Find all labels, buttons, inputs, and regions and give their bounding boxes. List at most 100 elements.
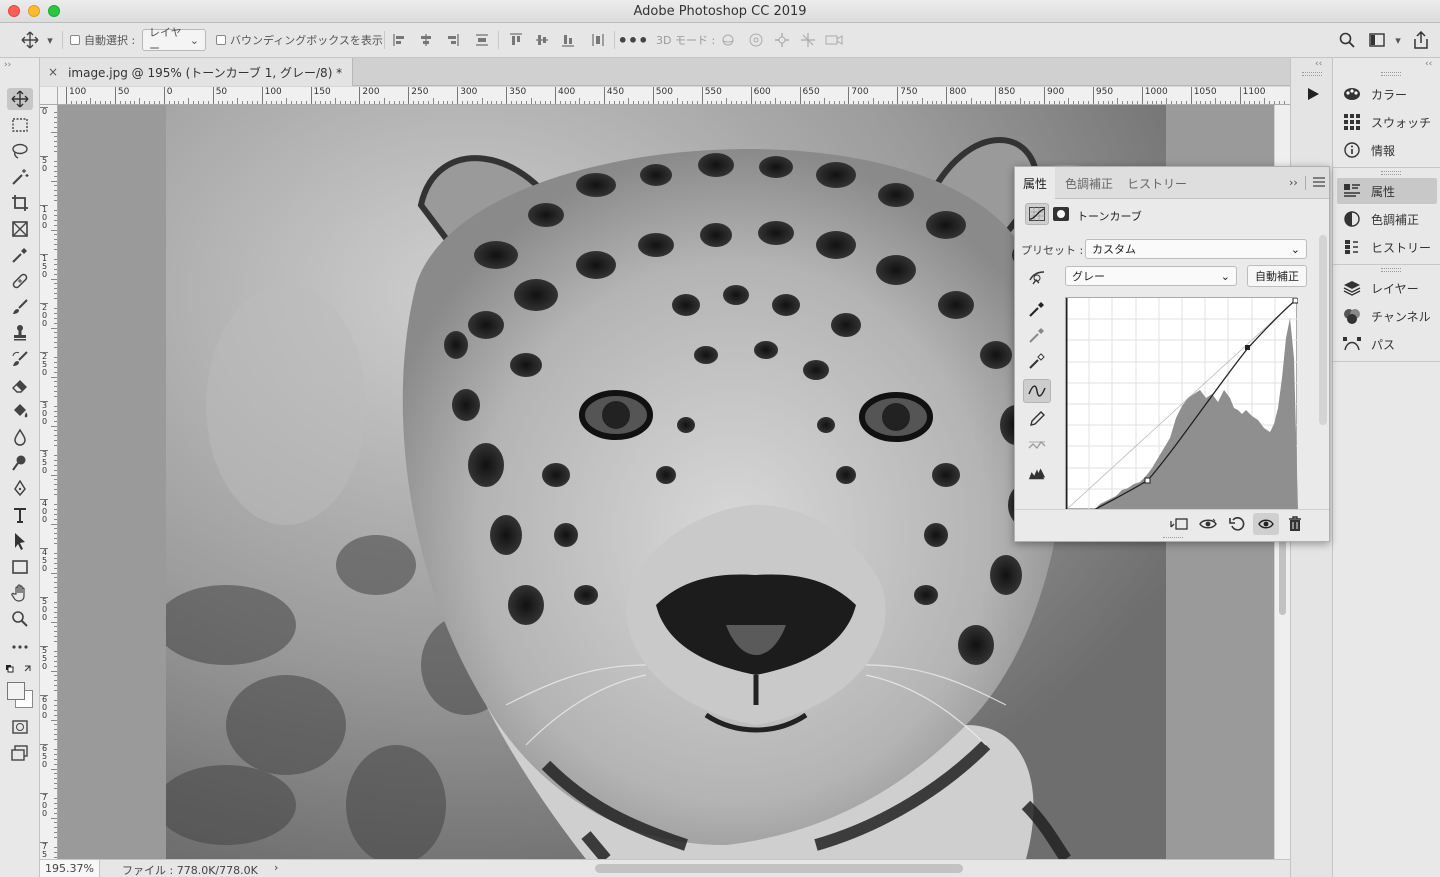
smooth-curve-icon[interactable] <box>1023 433 1051 457</box>
distribute-horizontal-icon[interactable] <box>590 29 606 51</box>
auto-select-target-dropdown[interactable]: レイヤー ⌄ <box>142 26 206 55</box>
trash-icon[interactable] <box>1283 514 1307 534</box>
rectangle-tool-icon[interactable] <box>7 556 33 578</box>
3d-slide-icon[interactable] <box>798 29 818 51</box>
share-icon[interactable] <box>1410 29 1432 51</box>
panel-collapse-icon[interactable]: ‹‹ <box>1425 59 1432 69</box>
hand-tool-icon[interactable] <box>7 582 33 604</box>
dock-item-swatches[interactable]: スウォッチ <box>1337 109 1437 135</box>
panel-resize-grip[interactable] <box>1163 537 1183 540</box>
dodge-tool-icon[interactable] <box>7 452 33 474</box>
dock-item-adjustments[interactable]: 色調補正 <box>1337 206 1437 232</box>
quick-mask-icon[interactable] <box>7 716 33 738</box>
more-options-icon[interactable]: ••• <box>618 29 649 51</box>
zoom-level[interactable]: 195.37% <box>40 860 100 877</box>
close-icon[interactable]: × <box>48 65 58 79</box>
clipping-warning-icon[interactable] <box>1023 461 1051 485</box>
actions-play-icon[interactable] <box>1299 82 1327 106</box>
history-brush-tool-icon[interactable] <box>7 348 33 370</box>
tab-properties[interactable]: 属性 <box>1015 167 1056 200</box>
panel-grip[interactable] <box>1381 268 1401 272</box>
panel-menu-icon[interactable] <box>1313 177 1325 190</box>
properties-scroll-thumb[interactable] <box>1319 235 1327 425</box>
curve-point-edit-icon[interactable] <box>1023 379 1051 403</box>
eraser-tool-icon[interactable] <box>7 374 33 396</box>
dock-item-history[interactable]: ヒストリー <box>1337 234 1437 260</box>
panel-collapse-icon[interactable]: ›› <box>1289 176 1298 189</box>
panel-collapse-icon[interactable]: ›› <box>4 60 11 70</box>
blur-tool-icon[interactable] <box>7 426 33 448</box>
curves-adjustment-icon[interactable] <box>1025 203 1049 225</box>
dock-item-color[interactable]: カラー <box>1337 81 1437 107</box>
preset-select[interactable]: カスタム ⌄ <box>1085 239 1307 259</box>
channel-select[interactable]: グレー ⌄ <box>1065 266 1237 286</box>
dock-item-label: パス <box>1371 337 1396 352</box>
align-left-icon[interactable] <box>392 29 408 51</box>
panel-grip[interactable] <box>1381 72 1401 76</box>
auto-button[interactable]: 自動補正 <box>1247 265 1307 287</box>
visibility-toggle-icon[interactable] <box>1253 513 1279 535</box>
lasso-tool-icon[interactable] <box>7 140 33 162</box>
ruler-origin[interactable] <box>40 87 58 105</box>
search-icon[interactable] <box>1336 29 1358 51</box>
target-adjustment-icon[interactable] <box>1025 267 1049 287</box>
document-tab[interactable]: × image.jpg @ 195% (トーンカーブ 1, グレー/8) * <box>40 58 354 86</box>
healing-brush-tool-icon[interactable] <box>7 270 33 292</box>
edit-toolbar-icon[interactable] <box>7 636 33 658</box>
panel-grip[interactable] <box>1302 72 1322 76</box>
gray-point-eyedropper-icon[interactable] <box>1023 323 1051 347</box>
3d-rotate-icon[interactable] <box>718 29 738 51</box>
path-selection-tool-icon[interactable] <box>7 530 33 552</box>
black-point-eyedropper-icon[interactable] <box>1023 297 1051 321</box>
default-swap-colors-icon[interactable] <box>5 664 35 676</box>
marquee-tool-icon[interactable] <box>7 114 33 136</box>
type-tool-icon[interactable] <box>7 504 33 526</box>
view-previous-state-icon[interactable] <box>1196 514 1220 534</box>
crop-tool-icon[interactable] <box>7 192 33 214</box>
tab-history[interactable]: ヒストリー <box>1119 167 1195 199</box>
move-tool-icon[interactable] <box>7 88 33 110</box>
dock-item-info[interactable]: 情報 <box>1337 137 1437 163</box>
reset-icon[interactable] <box>1225 514 1249 534</box>
status-menu-arrow[interactable]: › <box>274 861 278 874</box>
3d-camera-icon[interactable] <box>824 29 844 51</box>
3d-pan-icon[interactable] <box>772 29 792 51</box>
frame-tool-icon[interactable] <box>7 218 33 240</box>
white-point-eyedropper-icon[interactable] <box>1023 349 1051 373</box>
paint-bucket-tool-icon[interactable] <box>7 400 33 422</box>
zoom-tool-icon[interactable] <box>7 608 33 630</box>
clone-stamp-tool-icon[interactable] <box>7 322 33 344</box>
dock-item-layers[interactable]: レイヤー <box>1337 275 1437 301</box>
layer-mask-icon[interactable] <box>1051 205 1071 223</box>
align-hcenter-icon[interactable] <box>418 29 434 51</box>
curves-graph[interactable] <box>1064 297 1299 511</box>
chevron-down-icon[interactable]: ▾ <box>44 29 56 51</box>
3d-roll-icon[interactable] <box>746 29 766 51</box>
panel-expand-icon[interactable]: ‹‹ <box>1315 59 1322 69</box>
eyedropper-tool-icon[interactable] <box>7 244 33 266</box>
ruler-tick: 500 <box>40 597 48 622</box>
dock-item-paths[interactable]: パス <box>1337 331 1437 357</box>
pen-tool-icon[interactable] <box>7 478 33 500</box>
magic-wand-tool-icon[interactable] <box>7 166 33 188</box>
clip-to-layer-icon[interactable] <box>1167 514 1191 534</box>
align-bottom-icon[interactable] <box>560 29 576 51</box>
horizontal-scroll-thumb[interactable] <box>595 864 963 873</box>
show-bounding-box-checkbox[interactable]: バウンディングボックスを表示 <box>216 29 383 51</box>
dock-item-channels[interactable]: チャンネル <box>1337 303 1437 329</box>
align-top-icon[interactable] <box>508 29 524 51</box>
foreground-background-color-swatches[interactable] <box>5 680 35 708</box>
dock-item-properties[interactable]: 属性 <box>1337 178 1437 204</box>
align-right-icon[interactable] <box>444 29 460 51</box>
tab-adjustments[interactable]: 色調補正 <box>1057 167 1121 199</box>
pencil-draw-icon[interactable] <box>1023 407 1051 431</box>
align-vcenter-icon[interactable] <box>534 29 550 51</box>
chevron-down-icon[interactable]: ▾ <box>1392 29 1404 51</box>
auto-select-checkbox[interactable]: 自動選択 : <box>70 29 135 51</box>
brush-tool-icon[interactable] <box>7 296 33 318</box>
move-tool-preset-icon[interactable] <box>16 29 44 51</box>
panel-grip[interactable] <box>1381 171 1401 175</box>
workspace-icon[interactable] <box>1366 29 1388 51</box>
distribute-vertical-icon[interactable] <box>474 29 490 51</box>
screen-mode-icon[interactable] <box>7 742 33 764</box>
